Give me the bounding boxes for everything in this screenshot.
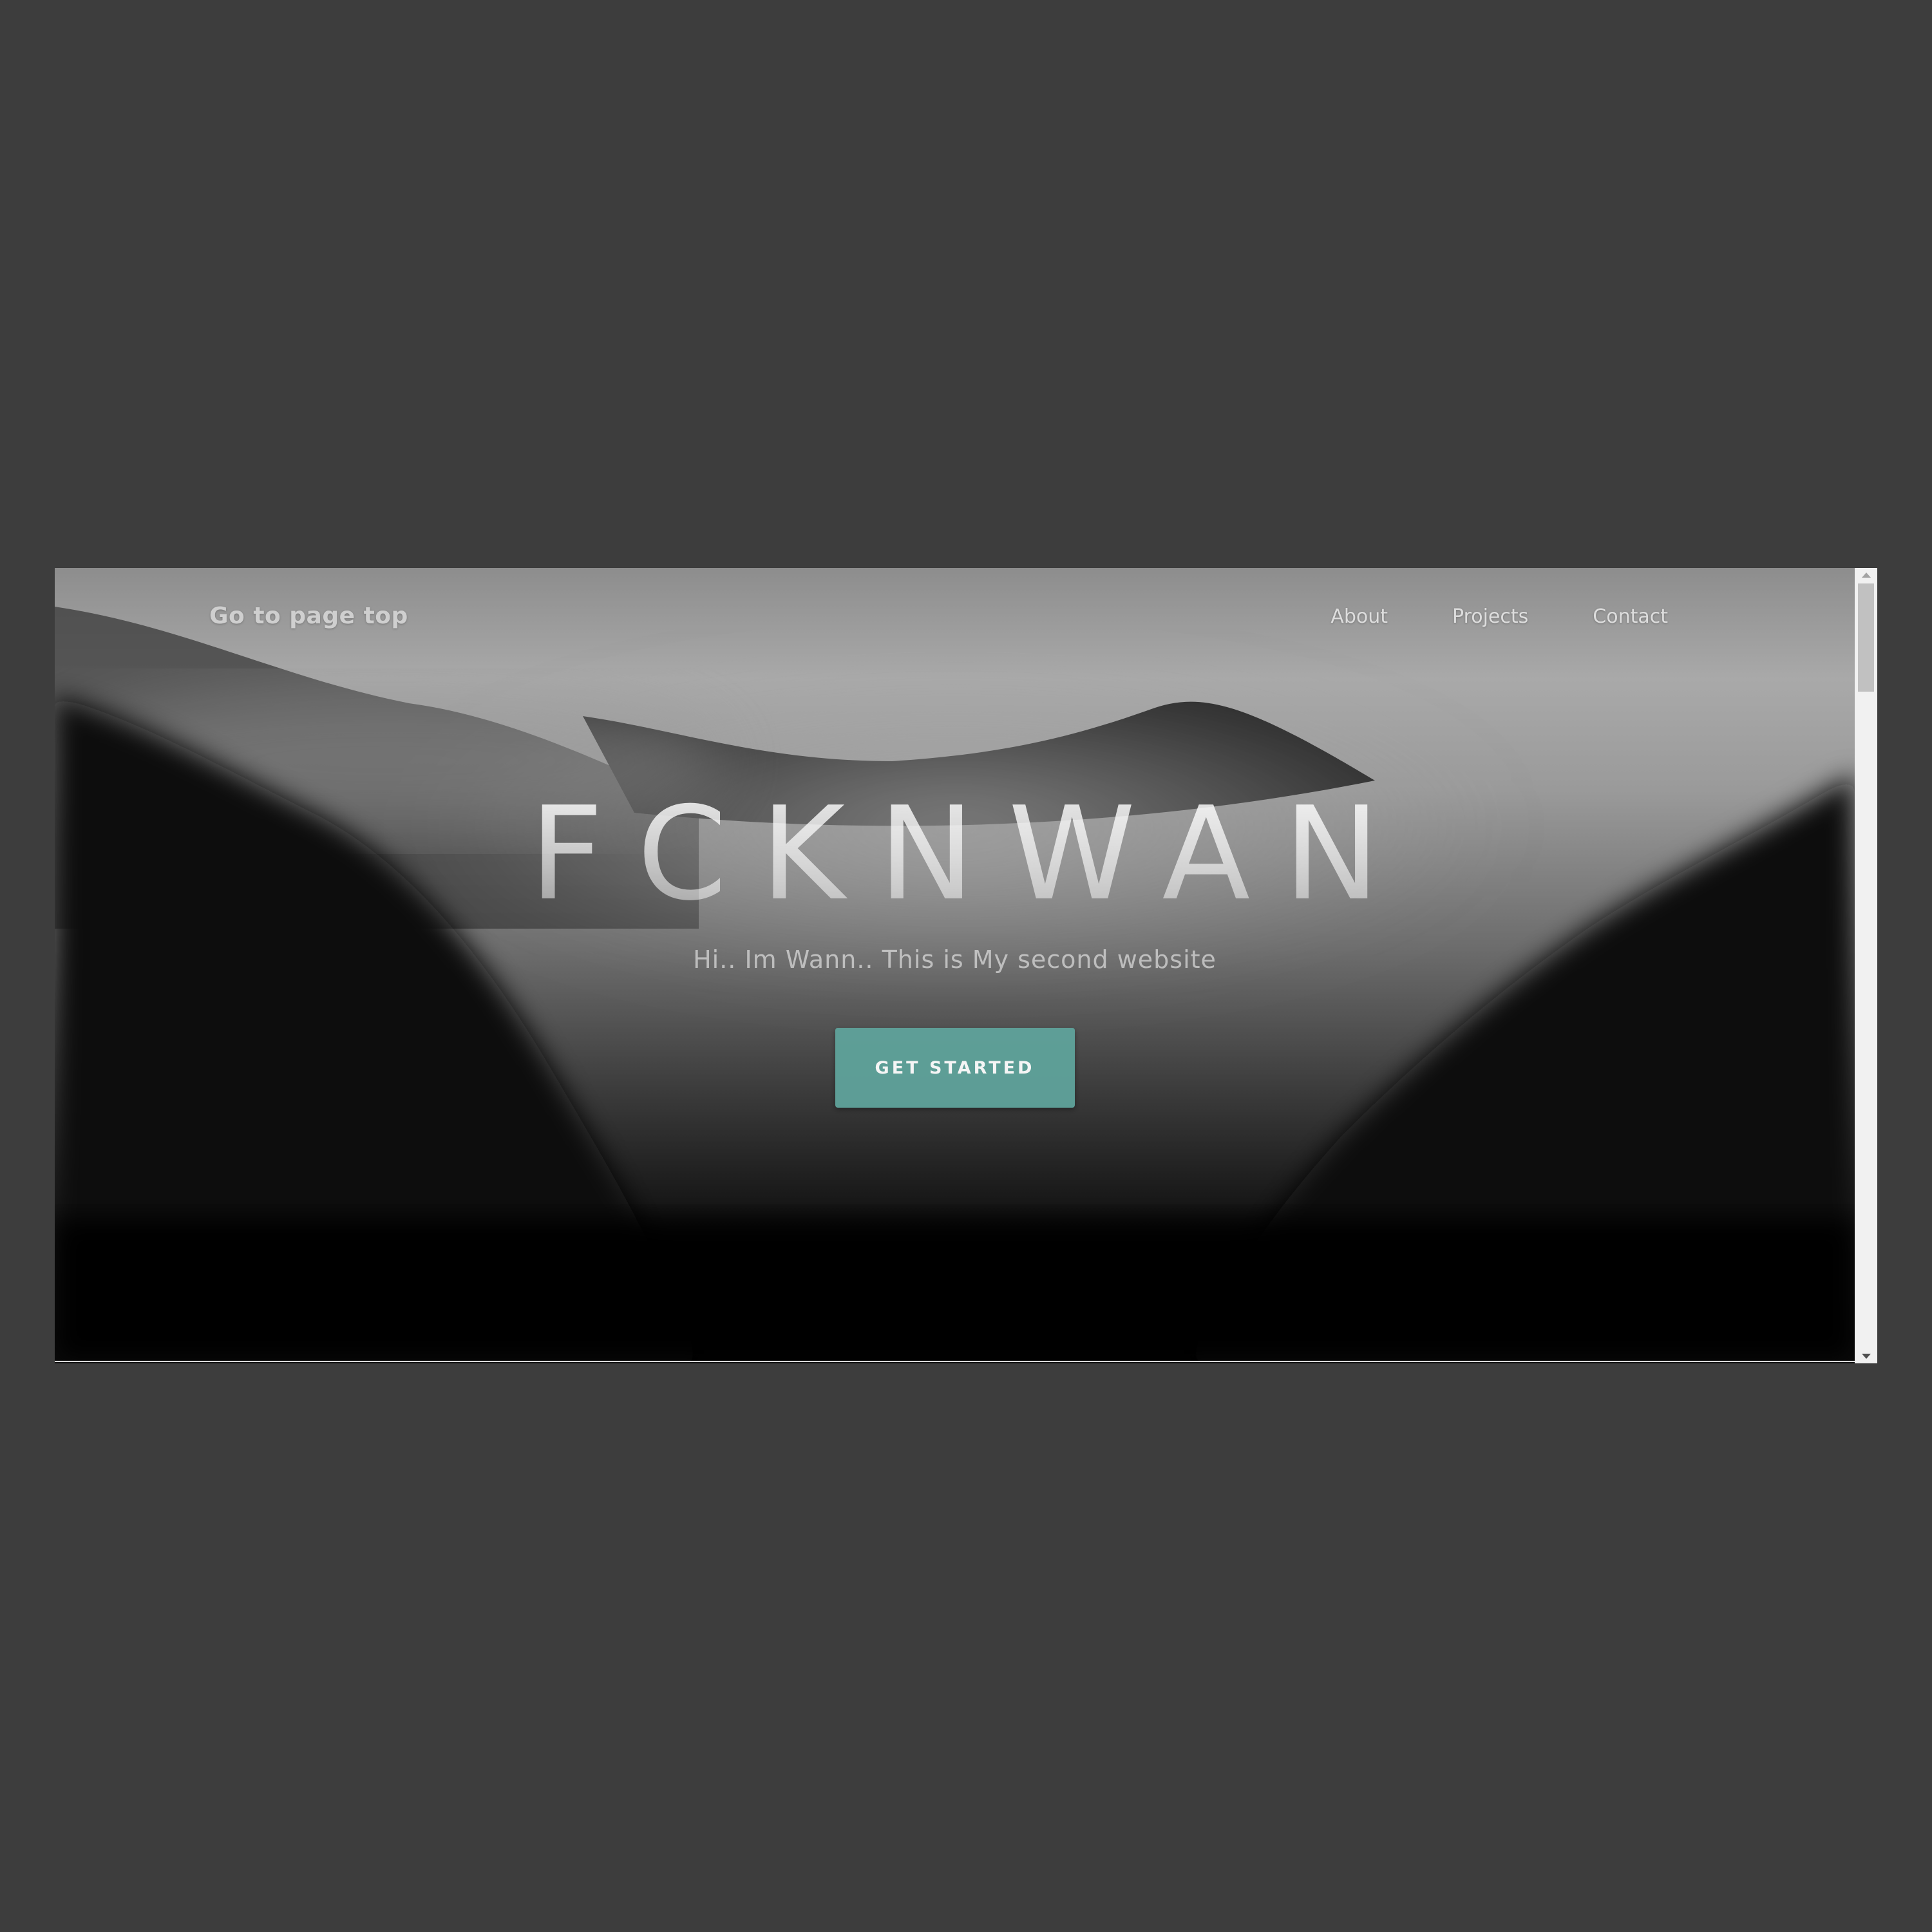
brand-link[interactable]: Go to page top	[209, 603, 408, 629]
nav-link-projects[interactable]: Projects	[1452, 605, 1528, 628]
browser-window: Go to page top About Projects Contact FC…	[55, 568, 1877, 1363]
nav-link-about[interactable]: About	[1331, 605, 1388, 628]
viewport-bottom-border	[55, 1361, 1855, 1362]
hero-title: FCKNWAN	[55, 790, 1855, 919]
scrollbar-thumb[interactable]	[1858, 583, 1874, 692]
scroll-down-arrow-icon[interactable]	[1862, 1354, 1871, 1359]
vertical-scrollbar[interactable]	[1855, 568, 1877, 1363]
navbar: Go to page top About Projects Contact	[55, 568, 1855, 671]
get-started-button[interactable]: GET STARTED	[835, 1028, 1075, 1108]
nav-links: About Projects Contact	[1331, 605, 1668, 628]
nav-link-contact[interactable]: Contact	[1593, 605, 1668, 628]
hero-subtitle: Hi.. Im Wann.. This is My second website	[693, 945, 1217, 974]
valley-floor	[55, 1218, 1855, 1362]
scroll-up-arrow-icon[interactable]	[1862, 573, 1871, 578]
page-viewport: Go to page top About Projects Contact FC…	[55, 568, 1855, 1362]
hero-section: FCKNWAN Hi.. Im Wann.. This is My second…	[55, 790, 1855, 1108]
